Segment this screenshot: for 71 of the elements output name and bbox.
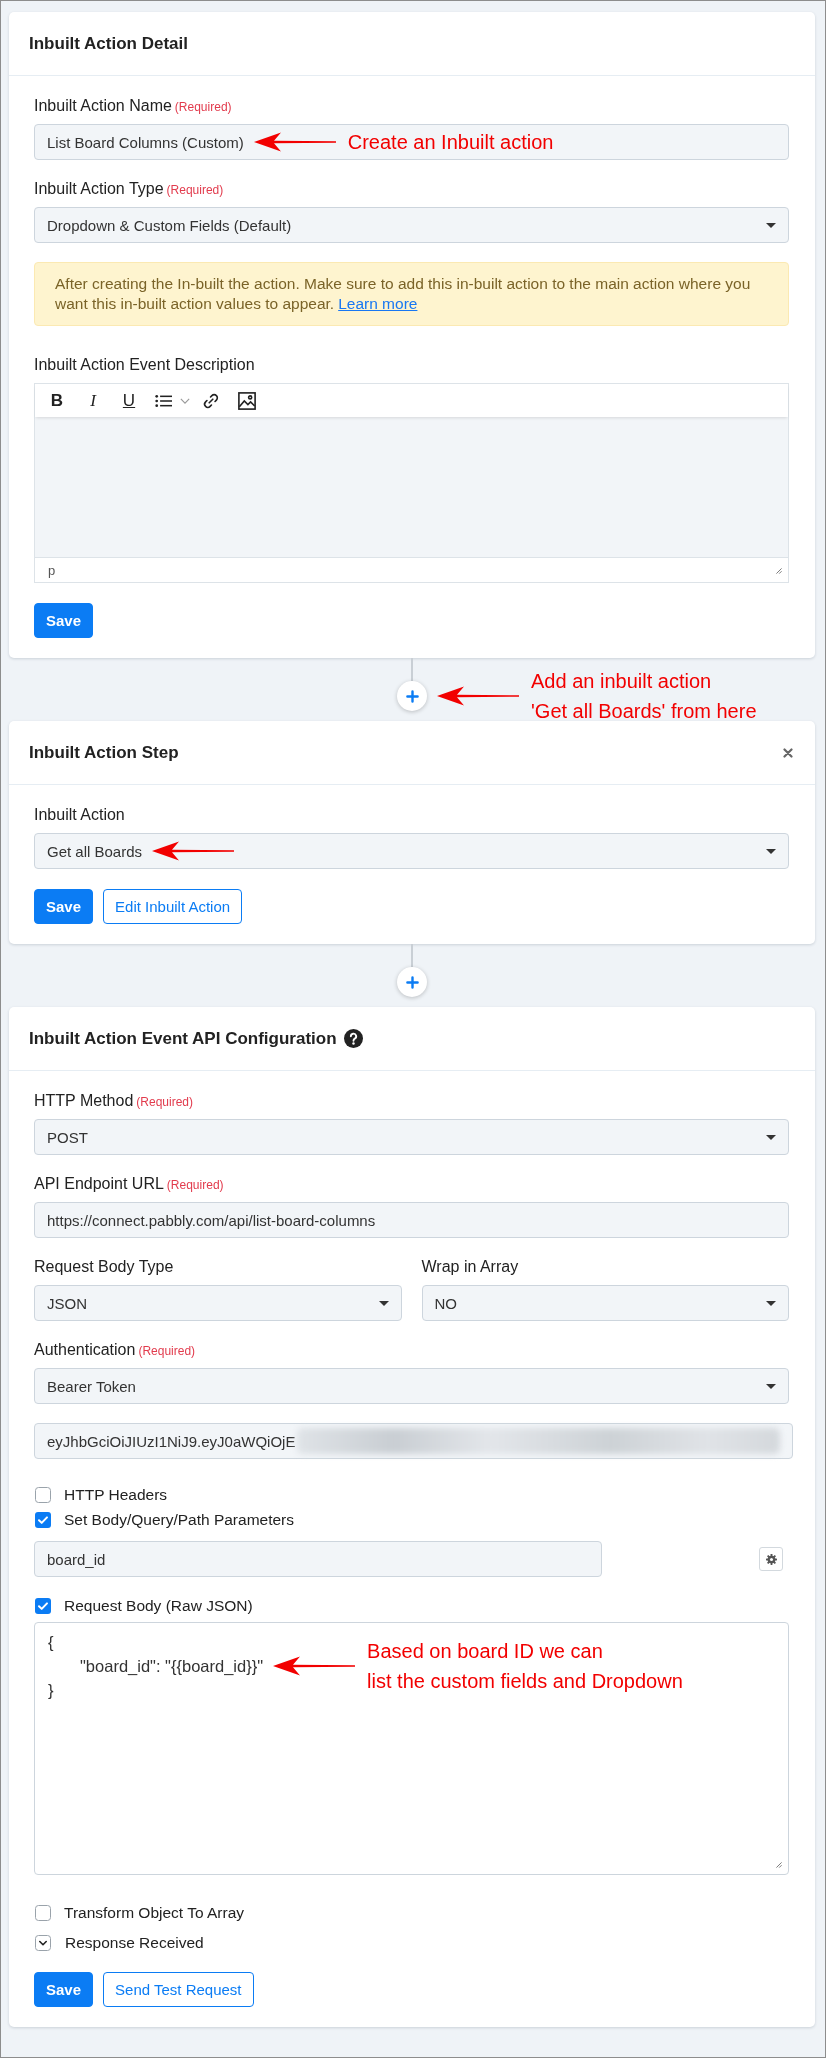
caret-icon [766, 1300, 776, 1306]
outline-button[interactable]: Edit Inbuilt Action [103, 889, 243, 924]
help-icon[interactable] [343, 1029, 363, 1048]
field-label: API Endpoint URL [34, 1175, 164, 1192]
field-label: HTTP Method [34, 1092, 134, 1109]
dropdown[interactable]: JSON [34, 1285, 402, 1321]
checkbox-label: Transform Object To Array [64, 1904, 245, 1922]
caret-icon [378, 1300, 389, 1306]
connector-line [411, 944, 413, 967]
required-marker: (Required) [166, 1178, 224, 1192]
caret-icon [766, 1383, 776, 1389]
field-label: Wrap in Array [421, 1258, 519, 1275]
annotation-text: Add an inbuilt action 'Get all Boards' from here [531, 669, 757, 724]
required-marker: (Required) [136, 1095, 193, 1109]
required-marker: (Required) [138, 1344, 196, 1358]
resize-grip-icon[interactable] [774, 566, 782, 574]
checkbox[interactable] [35, 1598, 51, 1614]
text-field[interactable]: https://connect.pabbly.com/api/list-board-columns [34, 1202, 789, 1238]
checkbox[interactable] [35, 1905, 51, 1921]
dropdown[interactable]: Get all Boards [34, 833, 789, 869]
required-marker: (Required) [174, 100, 232, 114]
caret-icon [766, 222, 776, 228]
section-label: Response Received [65, 1934, 204, 1952]
checkbox-label: Set Body/Query/Path Parameters [64, 1511, 295, 1529]
add-step-button[interactable] [397, 681, 427, 711]
primary-button[interactable]: Save [34, 1972, 94, 2007]
bold-button[interactable]: B [47, 389, 67, 412]
alert-message: After creating the In-built the action. Make sure to add this in-built action to the main action where you want this in-built action values to appear. Learn more [55, 274, 752, 314]
required-marker: (Required) [166, 183, 224, 197]
checkbox-label: Request Body (Raw JSON) [64, 1597, 253, 1615]
dropdown[interactable]: Dropdown & Custom Fields (Default) [34, 207, 789, 243]
dropdown[interactable]: Bearer Token [34, 1368, 789, 1404]
checkbox-label: HTTP Headers [64, 1486, 168, 1504]
settings-button[interactable] [759, 1547, 783, 1571]
chevron-down-icon[interactable] [35, 1935, 51, 1951]
card-title: Inbuilt Action Detail [29, 33, 188, 55]
italic-button[interactable]: I [83, 389, 103, 412]
card-title: Inbuilt Action Step [29, 742, 179, 764]
caret-icon [766, 848, 776, 854]
caret-icon [766, 1134, 776, 1140]
checkbox[interactable] [35, 1512, 51, 1528]
field-label: Inbuilt Action Type [34, 180, 164, 197]
link-icon[interactable] [202, 391, 220, 410]
element-path: p [48, 562, 56, 578]
field-label: Inbuilt Action Name [34, 97, 172, 114]
connector-line [411, 658, 413, 681]
settings-icon [765, 1553, 777, 1565]
underline-button[interactable]: U [119, 389, 139, 412]
annotation-text: Based on board ID we can list the custom fields and Dropdown [367, 1639, 683, 1694]
add-step-button[interactable] [397, 967, 427, 997]
field-label: Inbuilt Action [34, 806, 125, 823]
plus-icon [405, 689, 419, 703]
plus-icon [405, 975, 419, 989]
bulleted-list-icon[interactable] [155, 393, 172, 408]
dropdown[interactable]: POST [34, 1119, 789, 1155]
outline-button[interactable]: Send Test Request [103, 1972, 254, 2007]
field-label: Inbuilt Action Event Description [34, 356, 255, 373]
text-field[interactable]: eyJhbGciOiJIUzI1NiJ9.eyJ0aWQiOjE [34, 1423, 793, 1459]
annotation-text: Create an Inbuilt action [347, 130, 554, 155]
field-label: Authentication [34, 1341, 136, 1358]
checkbox[interactable] [35, 1487, 51, 1503]
primary-button[interactable]: Save [34, 603, 94, 638]
primary-button[interactable]: Save [34, 889, 94, 924]
field-label: Request Body Type [34, 1258, 174, 1275]
text-field[interactable]: board_id [34, 1541, 602, 1577]
card-title: Inbuilt Action Event API Configuration [29, 1028, 337, 1050]
close-icon[interactable] [783, 747, 793, 758]
learn-more-link[interactable]: Learn more [338, 295, 418, 312]
dropdown[interactable]: NO [421, 1285, 789, 1321]
resize-grip-icon[interactable] [774, 1860, 782, 1868]
image-icon[interactable] [238, 391, 256, 410]
